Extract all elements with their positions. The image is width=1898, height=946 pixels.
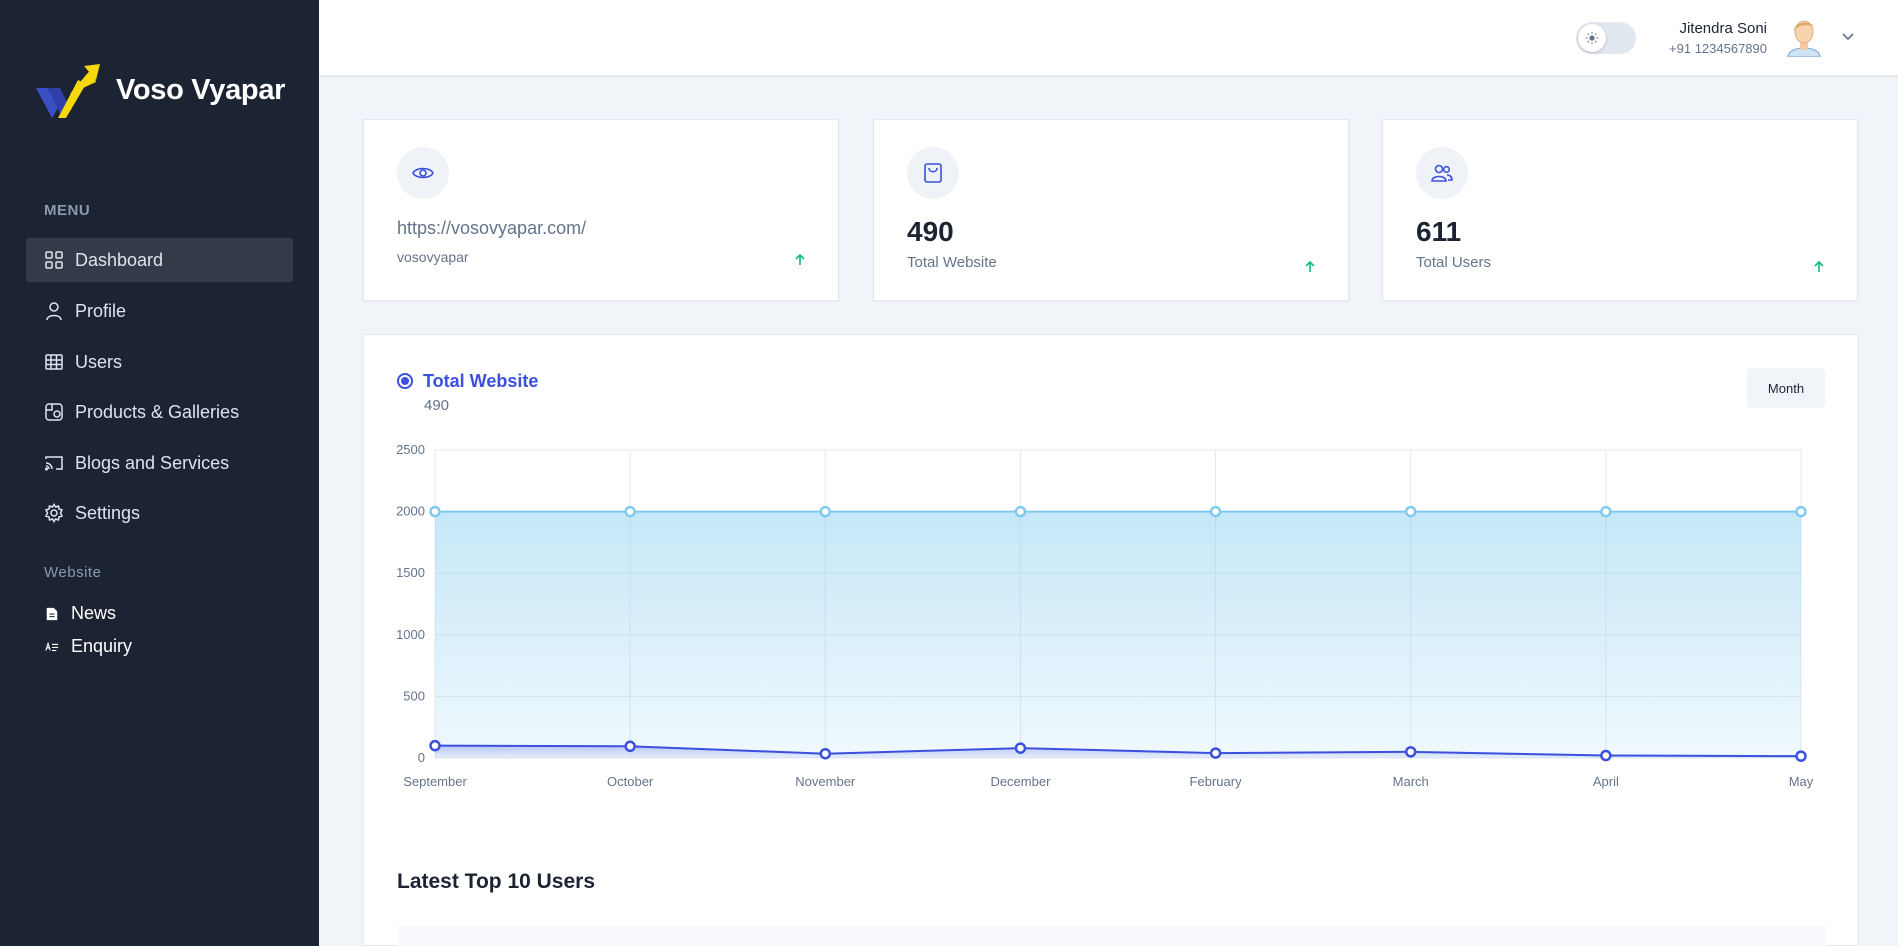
y-tick-label: 2000	[396, 504, 425, 519]
cast-icon	[44, 453, 64, 473]
sidebar-item-dashboard[interactable]: Dashboard	[26, 238, 293, 282]
total-users-card: 611 Total Users	[1382, 119, 1858, 301]
shopping-bag-icon	[907, 147, 959, 199]
eye-icon	[397, 147, 449, 199]
sidebar-item-label: Profile	[75, 300, 127, 321]
document-icon	[44, 606, 60, 622]
users-icon	[1416, 147, 1468, 199]
total-users-label: Total Users	[1416, 254, 1492, 271]
total-website-label: Total Website	[907, 254, 997, 271]
y-tick-label: 1000	[396, 627, 425, 642]
website-heading: Website	[44, 564, 102, 581]
website-slug: vosovyapar	[397, 249, 469, 265]
x-tick-label: December	[990, 774, 1051, 789]
sun-icon	[1578, 24, 1606, 52]
sidebar-item-profile[interactable]: Profile	[26, 289, 293, 333]
top-header: Jitendra Soni +91 1234567890	[319, 0, 1898, 76]
arrow-up-icon	[1305, 260, 1315, 272]
sidebar-item-label: News	[71, 603, 117, 623]
sidebar-item-products-galleries[interactable]: Products & Galleries	[26, 390, 293, 434]
y-tick-label: 2500	[396, 442, 425, 457]
data-point	[624, 740, 636, 753]
list-text-icon	[44, 639, 60, 655]
y-tick-label: 500	[403, 688, 425, 703]
data-point	[1404, 746, 1417, 758]
menu-heading: MENU	[44, 202, 91, 219]
sidebar-item-label: Enquiry	[71, 636, 133, 656]
sidebar-item-label: Dashboard	[75, 249, 164, 270]
brand-name: Voso Vyapar	[116, 73, 286, 106]
brand[interactable]: Voso Vyapar	[34, 60, 285, 120]
total-website-card: 490 Total Website	[873, 119, 1349, 301]
sidebar: Voso Vyapar MENU Dashboard Profile Users…	[0, 0, 319, 946]
x-tick-label: May	[1789, 774, 1814, 789]
x-tick-label: April	[1593, 774, 1619, 789]
sidebar-item-blogs-services[interactable]: Blogs and Services	[26, 441, 293, 485]
total-website-chart-panel: Total Website 490 Month 2500 2000 1500 1000…	[363, 334, 1859, 842]
latest-users-title: Latest Top 10 Users	[397, 870, 596, 893]
user-phone: +91 1234567890	[1669, 41, 1767, 56]
data-point	[1795, 750, 1807, 762]
data-point	[819, 747, 832, 760]
data-point	[1404, 505, 1417, 518]
total-users-value: 611	[1416, 216, 1462, 247]
sidebar-item-users[interactable]: Users	[26, 340, 293, 384]
data-point	[1795, 505, 1807, 518]
latest-users-section: Latest Top 10 Users	[363, 841, 1859, 946]
y-tick-label: 1500	[396, 565, 425, 580]
brand-logo-icon	[36, 64, 100, 118]
x-tick-label: November	[795, 774, 856, 789]
table-header	[397, 926, 1827, 946]
x-tick-label: October	[607, 774, 654, 789]
total-website-value: 490	[907, 216, 954, 247]
avatar[interactable]	[1786, 17, 1822, 57]
sidebar-item-enquiry[interactable]: Enquiry	[44, 636, 132, 657]
data-point	[429, 505, 441, 518]
x-tick-label: March	[1393, 774, 1429, 789]
sidebar-item-label: Users	[75, 351, 123, 372]
data-point	[1014, 505, 1027, 518]
sidebar-item-settings[interactable]: Settings	[26, 491, 293, 535]
data-point	[624, 505, 636, 518]
gear-icon	[44, 503, 64, 523]
sidebar-item-label: Blogs and Services	[75, 452, 230, 473]
data-point	[1209, 747, 1222, 759]
user-icon	[44, 301, 64, 321]
package-icon	[44, 402, 64, 422]
user-name[interactable]: Jitendra Soni	[1679, 20, 1767, 37]
grid-icon	[44, 250, 64, 270]
series-area	[435, 511, 1801, 758]
table-icon	[44, 352, 64, 372]
sidebar-item-label: Settings	[75, 502, 141, 523]
arrow-up-icon	[1814, 260, 1824, 272]
chevron-down-icon[interactable]	[1840, 28, 1856, 44]
sidebar-item-label: Products & Galleries	[75, 401, 240, 422]
data-point	[1014, 742, 1027, 754]
data-point	[1209, 505, 1222, 518]
area-chart: 2500 2000 1500 1000 500 0 September October Nove…	[396, 442, 1814, 789]
data-point	[429, 739, 441, 752]
arrow-up-icon	[795, 253, 805, 265]
data-point	[1600, 749, 1612, 762]
y-tick-label: 0	[418, 750, 425, 765]
sidebar-item-news[interactable]: News	[44, 603, 116, 624]
data-point	[1600, 505, 1612, 518]
x-tick-label: September	[403, 774, 467, 789]
website-url-card: https://vosovyapar.com/ vosovyapar	[363, 119, 839, 301]
data-point	[819, 505, 832, 518]
theme-toggle[interactable]	[1576, 22, 1636, 54]
x-tick-label: February	[1190, 774, 1243, 789]
website-url[interactable]: https://vosovyapar.com/	[397, 218, 586, 239]
